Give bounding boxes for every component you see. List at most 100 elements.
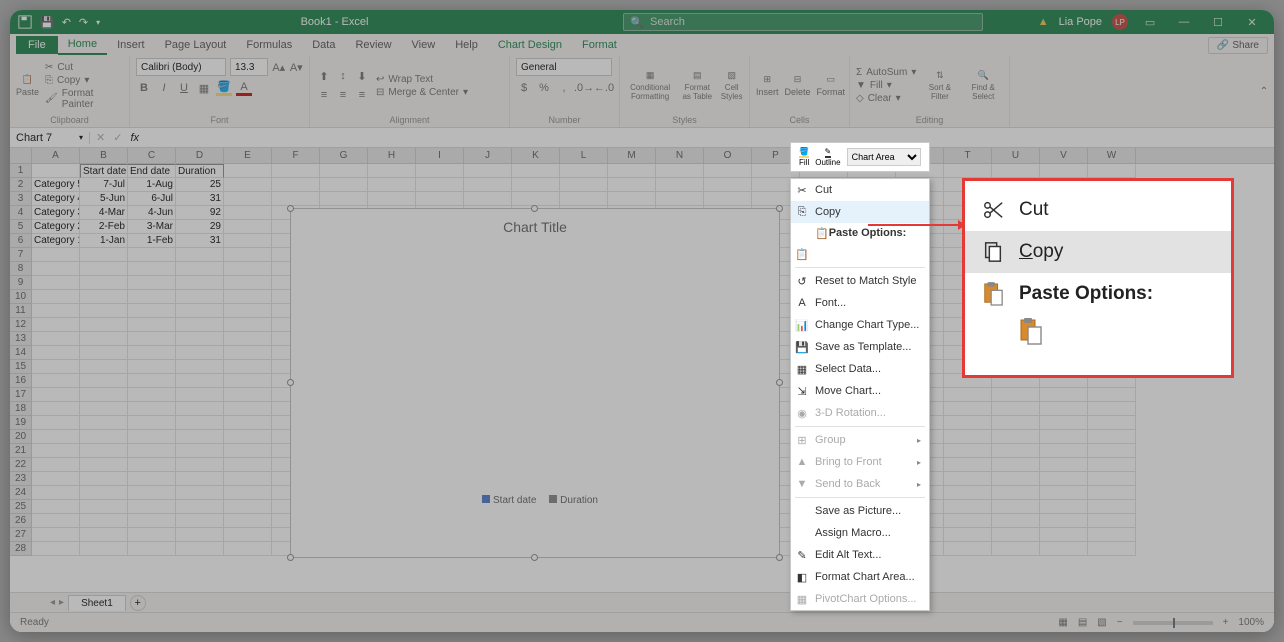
cell[interactable] <box>560 164 608 178</box>
cell[interactable] <box>224 206 272 220</box>
cell[interactable] <box>80 430 128 444</box>
cell[interactable] <box>1040 164 1088 178</box>
cell[interactable]: 1-Feb <box>128 234 176 248</box>
align-middle-icon[interactable]: ↕ <box>335 68 351 84</box>
format-painter-button[interactable]: 🖌Format Painter <box>45 88 123 110</box>
column-header[interactable]: W <box>1088 148 1136 163</box>
cell[interactable] <box>80 304 128 318</box>
cell[interactable] <box>224 192 272 206</box>
fill-color-button[interactable]: 🪣 <box>216 80 232 96</box>
row-header[interactable]: 18 <box>10 402 32 416</box>
cell[interactable] <box>32 360 80 374</box>
cell[interactable] <box>176 458 224 472</box>
decrease-font-icon[interactable]: A▾ <box>290 59 304 75</box>
sheet-tab[interactable]: Sheet1 <box>68 595 126 611</box>
cell[interactable] <box>32 346 80 360</box>
sheet-nav-prev-icon[interactable]: ◂ <box>50 597 55 608</box>
cell[interactable]: 31 <box>176 192 224 206</box>
cell[interactable] <box>224 304 272 318</box>
cell[interactable] <box>368 192 416 206</box>
cell[interactable] <box>32 500 80 514</box>
ctx-save-picture[interactable]: Save as Picture... <box>791 500 929 522</box>
cell[interactable]: 29 <box>176 220 224 234</box>
cell[interactable] <box>128 542 176 556</box>
cell[interactable] <box>992 430 1040 444</box>
fx-icon[interactable]: fx <box>130 132 139 144</box>
cell[interactable] <box>416 178 464 192</box>
cell[interactable] <box>128 402 176 416</box>
cell[interactable] <box>32 388 80 402</box>
cell[interactable] <box>128 262 176 276</box>
cell[interactable] <box>32 528 80 542</box>
row-header[interactable]: 5 <box>10 220 32 234</box>
cell[interactable] <box>944 164 992 178</box>
cell[interactable] <box>320 178 368 192</box>
ctx-select-data[interactable]: ▦Select Data... <box>791 358 929 380</box>
cell[interactable] <box>272 192 320 206</box>
cell[interactable] <box>272 164 320 178</box>
find-select-button[interactable]: 🔍Find & Select <box>963 70 1003 101</box>
cell[interactable] <box>128 388 176 402</box>
add-sheet-button[interactable]: + <box>130 595 146 611</box>
cell[interactable] <box>224 290 272 304</box>
cell[interactable] <box>80 472 128 486</box>
shape-outline-button[interactable]: ✎Outline <box>815 147 840 167</box>
font-size-select[interactable] <box>230 58 268 76</box>
cell[interactable] <box>80 486 128 500</box>
conditional-formatting-button[interactable]: ▦Conditional Formatting <box>626 70 674 101</box>
ctx-copy[interactable]: ⎘Copy <box>791 201 929 223</box>
cell[interactable] <box>176 248 224 262</box>
row-header[interactable]: 3 <box>10 192 32 206</box>
cell[interactable] <box>128 318 176 332</box>
font-color-button[interactable]: A <box>236 80 252 96</box>
cell[interactable] <box>80 444 128 458</box>
name-box[interactable]: Chart 7▾ <box>10 132 90 144</box>
cell[interactable] <box>1040 528 1088 542</box>
cell[interactable] <box>176 290 224 304</box>
cell[interactable]: 31 <box>176 234 224 248</box>
percent-icon[interactable]: % <box>536 80 552 96</box>
insert-cells-button[interactable]: ⊞Insert <box>756 74 779 97</box>
row-header[interactable]: 6 <box>10 234 32 248</box>
cell[interactable] <box>1040 542 1088 556</box>
cell[interactable] <box>176 262 224 276</box>
cell[interactable] <box>944 500 992 514</box>
cell[interactable] <box>416 192 464 206</box>
cell[interactable] <box>512 192 560 206</box>
tab-review[interactable]: Review <box>345 36 401 54</box>
cell[interactable] <box>656 164 704 178</box>
select-all-corner[interactable] <box>10 148 32 163</box>
cell[interactable] <box>224 458 272 472</box>
ribbon-display-icon[interactable]: ▭ <box>1138 13 1162 31</box>
cell[interactable] <box>128 514 176 528</box>
format-as-table-button[interactable]: ▤Format as Table <box>680 70 714 101</box>
cell[interactable] <box>176 304 224 318</box>
cell[interactable] <box>416 164 464 178</box>
cut-button[interactable]: ✂Cut <box>45 62 123 73</box>
shape-fill-button[interactable]: 🪣Fill <box>799 147 809 167</box>
column-header[interactable]: H <box>368 148 416 163</box>
cell[interactable] <box>80 332 128 346</box>
align-left-icon[interactable]: ≡ <box>316 87 332 103</box>
cell[interactable] <box>224 220 272 234</box>
cell[interactable] <box>32 374 80 388</box>
cell[interactable] <box>512 178 560 192</box>
cell[interactable] <box>128 528 176 542</box>
cell[interactable] <box>128 346 176 360</box>
row-header[interactable]: 28 <box>10 542 32 556</box>
ctx-assign-macro[interactable]: Assign Macro... <box>791 522 929 544</box>
callout-cut[interactable]: Cut <box>965 189 1231 231</box>
align-top-icon[interactable]: ⬆ <box>316 68 332 84</box>
border-button[interactable]: ▦ <box>196 80 212 96</box>
cell[interactable] <box>176 388 224 402</box>
column-header[interactable]: C <box>128 148 176 163</box>
cell[interactable] <box>464 192 512 206</box>
cell[interactable] <box>944 388 992 402</box>
cell[interactable] <box>224 444 272 458</box>
autosum-button[interactable]: ΣAutoSum ▾ <box>856 67 916 78</box>
row-header[interactable]: 14 <box>10 346 32 360</box>
cell[interactable] <box>128 444 176 458</box>
column-header[interactable]: J <box>464 148 512 163</box>
enter-formula-icon[interactable]: ✓ <box>113 131 122 144</box>
row-header[interactable]: 21 <box>10 444 32 458</box>
